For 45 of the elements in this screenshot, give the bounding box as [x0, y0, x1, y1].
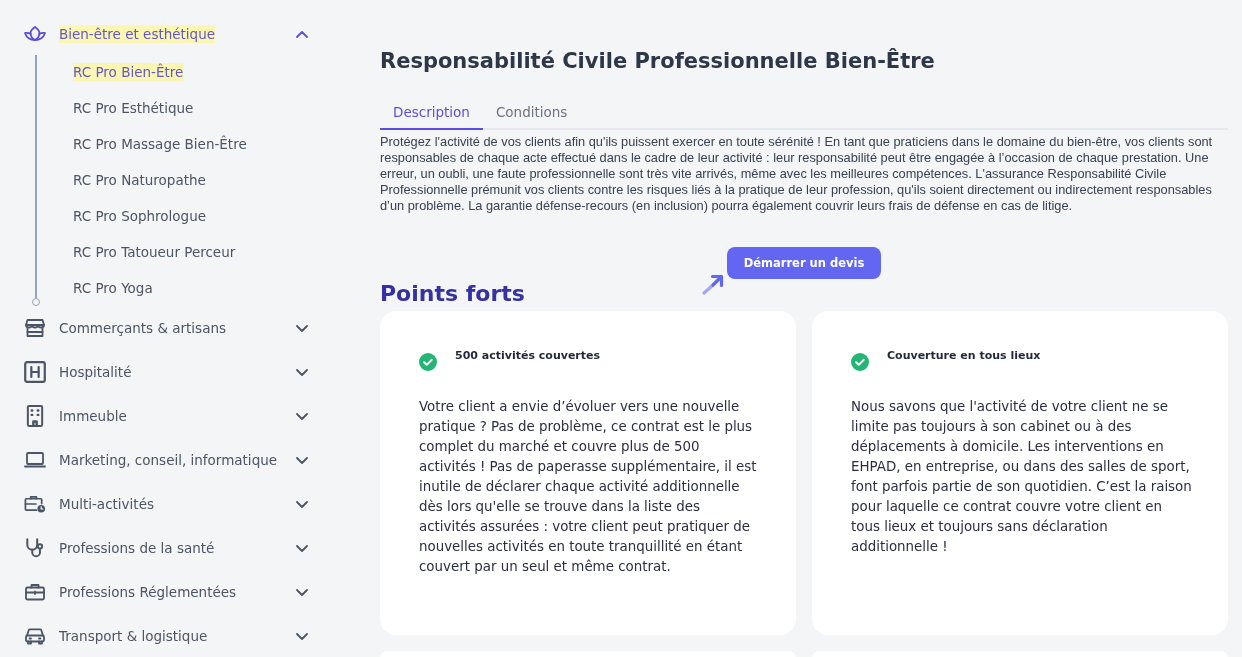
arrow-icon	[701, 273, 724, 295]
chevron-down-icon[interactable]	[296, 632, 308, 640]
sidebar-group-link[interactable]: Commerçants & artisans	[59, 319, 226, 337]
feature-text: Nous savons que l'activité de votre client ne se limite pas toujours à son cabinet ou à des déplacements à domicile. Les interventions en EHPAD, en entreprise, ou dans des salles de sport, font parfois partie de son quotidien. C’est la raison pour laquelle ce contrat couvre votre client en tous lieux et toujours sans déclaration additionnelle !	[851, 398, 1192, 556]
sidebar-group-link[interactable]: Immeuble	[59, 407, 127, 425]
chevron-down-icon[interactable]	[296, 588, 308, 596]
sidebar-link[interactable]: RC Pro Tatoueur Perceur	[73, 243, 236, 261]
check-circle-icon	[851, 353, 869, 371]
sidebar-link[interactable]: RC Pro Yoga	[73, 279, 153, 297]
sidebar-group-link[interactable]: Marketing, conseil, informatique	[59, 451, 278, 469]
sidebar-group-link[interactable]: Professions de la santé	[59, 539, 215, 557]
chevron-down-icon[interactable]	[296, 324, 308, 332]
tab[interactable]: Conditions	[482, 96, 581, 130]
briefcase-clock-icon	[24, 493, 46, 515]
check-circle-icon	[419, 353, 437, 371]
stethoscope-icon	[24, 537, 46, 559]
sidebar-link[interactable]: RC Pro Massage Bien-Être	[73, 135, 247, 153]
sidebar-link[interactable]: RC Pro Esthétique	[73, 99, 194, 117]
chevron-up-icon[interactable]	[296, 30, 308, 38]
section-heading: Points forts	[380, 280, 525, 308]
sidebar-link[interactable]: RC Pro Naturopathe	[73, 171, 206, 189]
sidebar-group-link[interactable]: Multi-activités	[59, 495, 154, 513]
feature-title: Couverture en tous lieux	[887, 349, 1041, 363]
chevron-down-icon[interactable]	[296, 500, 308, 508]
hospital-sign-icon	[24, 361, 46, 383]
chevron-down-icon[interactable]	[296, 368, 308, 376]
building-icon	[24, 405, 46, 427]
briefcase-icon	[24, 581, 46, 603]
sidebar-group-link[interactable]: Hospitalité	[59, 363, 132, 381]
chevron-down-icon[interactable]	[296, 412, 308, 420]
feature-text: Votre client a envie d’évoluer vers une nouvelle pratique ? Pas de problème, ce contrat est le plus complet du marché et couvre plus de 500 activités ! Pas de paperasse supplémentaire, il est inutile de déclarer chaque activité additionnelle dès lors qu'elle se trouve dans la liste des activités assurées : votre client peut pratiquer de nouvelles activités en toute tranquillité en étant couvert par un seul et même contrat.	[419, 398, 758, 576]
tab[interactable]: Description	[380, 96, 483, 130]
sidebar-link[interactable]: RC Pro Sophrologue	[73, 207, 207, 225]
sidebar-group-link[interactable]: Bien-être et esthétique	[59, 25, 216, 43]
page-title: Responsabilité Civile Professionnelle Bien-Être	[380, 47, 936, 75]
store-icon	[24, 317, 46, 339]
description-text: Protégez l'activité de vos clients afin qu'ils puissent exercer en toute sérénité ! En tant que praticiens dans le domaine du bien-être, vos clients sont responsables de chaque acte effectué dans le cadre de leur activité : leur responsabilité peut être engagée à l’occasion de chaque prestation. Une erreur, un oubli, une faute professionnelle sont très vite arrivés, même avec les meilleures compétences. L'assurance Responsabilité Civile Professionnelle prémunit vos clients contre les risques liés à la pratique de leur profession, qu'ils soient directement ou indirectement responsables d’un problème. La garantie défense-recours (en inclusion) pourra également couvrir leurs frais de défense en cas de litige.	[380, 134, 1214, 214]
sidebar-link[interactable]: RC Pro Bien-Être	[73, 63, 184, 81]
car-icon	[24, 625, 46, 647]
sidebar-group-link[interactable]: Professions Réglementées	[59, 583, 237, 601]
start-quote-button[interactable]: Démarrer un devis	[726, 247, 882, 279]
sidebar-group-link[interactable]: Transport & logistique	[59, 627, 208, 645]
chevron-down-icon[interactable]	[296, 456, 308, 464]
chevron-down-icon[interactable]	[296, 544, 308, 552]
feature-title: 500 activités couvertes	[455, 349, 601, 363]
